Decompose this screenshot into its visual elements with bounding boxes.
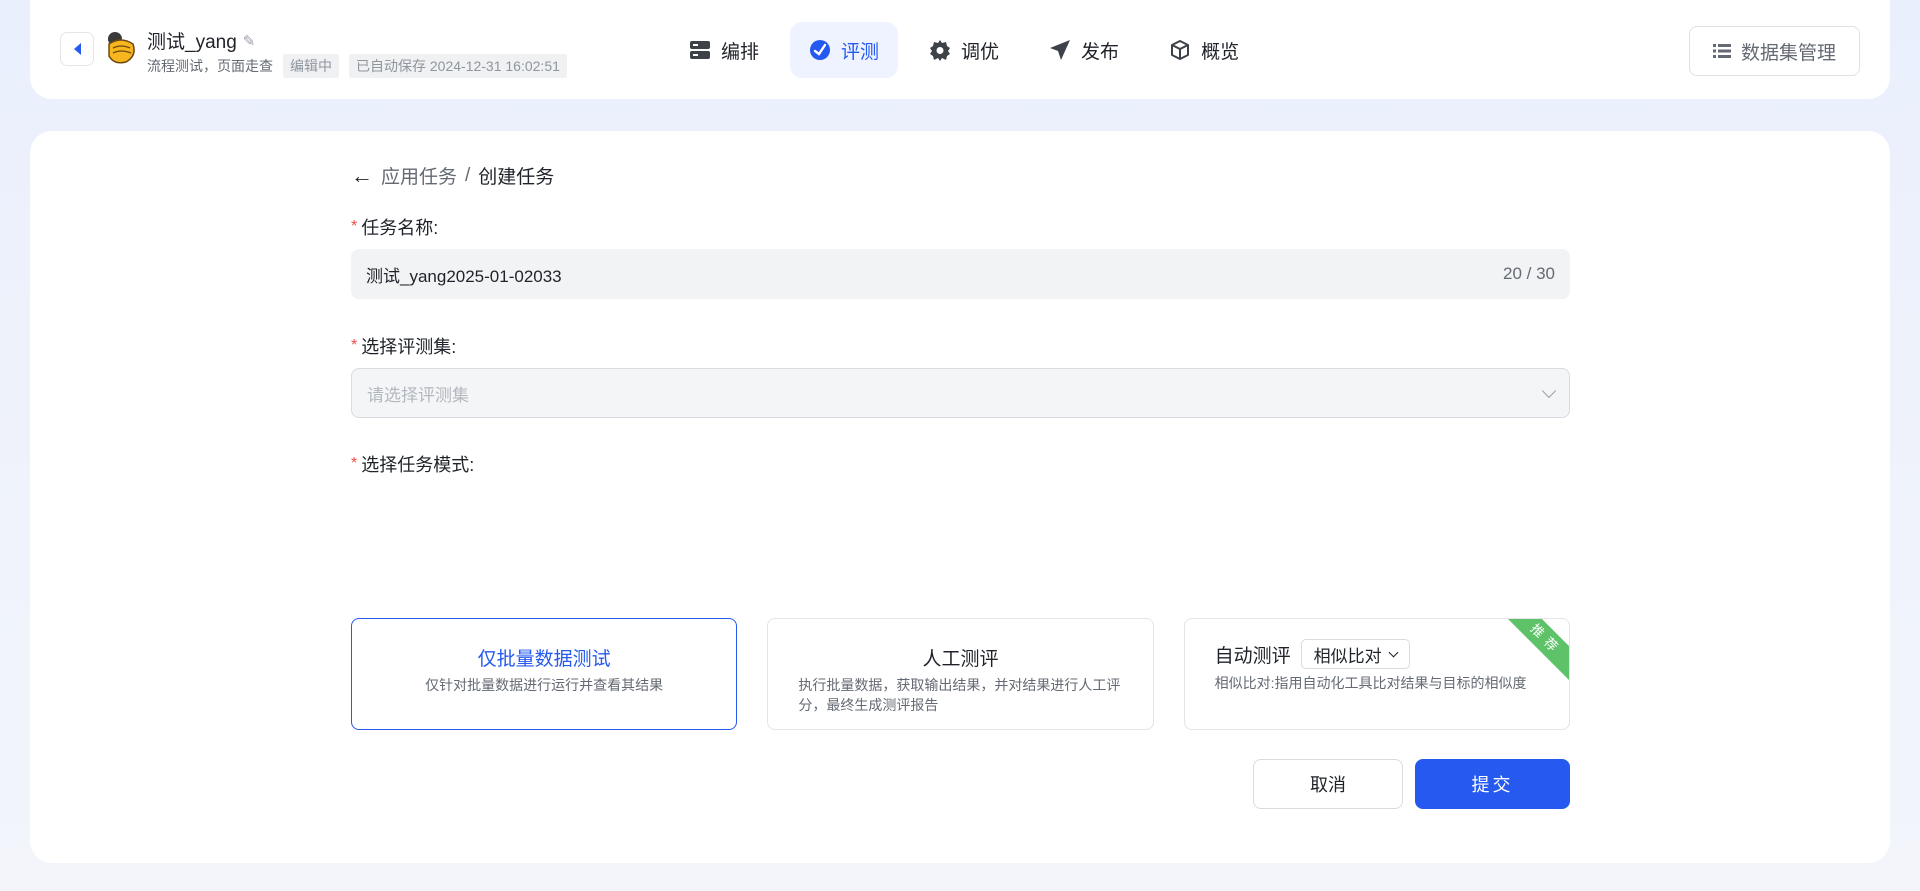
task-mode-options: 仅批量数据测试 仅针对批量数据进行运行并查看其结果 人工测评 执行批量数据，获取…	[351, 618, 1570, 730]
tab-label: 评测	[841, 41, 880, 63]
tab-label: 发布	[1081, 41, 1120, 63]
similarity-method-value: 相似比对	[1313, 646, 1382, 666]
tab-publish[interactable]: 发布	[1030, 22, 1138, 78]
submit-button[interactable]: 提交	[1415, 759, 1570, 809]
top-header: 测试_yang ✎ 流程测试，页面走查 编辑中 已自动保存 2024-12-31…	[30, 0, 1890, 99]
mode-manual-eval[interactable]: 人工测评 执行批量数据，获取输出结果，并对结果进行人工评分，最终生成测评报告	[767, 618, 1154, 730]
task-name-input[interactable]: 测试_yang2025-01-02033 20 / 30	[351, 249, 1570, 299]
app-description: 流程测试，页面走查	[147, 58, 273, 74]
dataset-management-button[interactable]: 数据集管理	[1689, 26, 1860, 76]
tab-label: 调优	[961, 41, 1000, 63]
app-name: 测试_yang	[147, 32, 237, 53]
cancel-button[interactable]: 取消	[1253, 759, 1403, 809]
task-name-label: * 任务名称:	[351, 214, 438, 240]
edit-pencil-icon[interactable]: ✎	[243, 32, 256, 50]
main-nav: 编排 评测 调优 发布 概览	[670, 22, 1258, 78]
tab-tune[interactable]: 调优	[910, 22, 1018, 78]
chevron-down-icon	[1541, 383, 1557, 398]
mode-title: 自动测评	[1214, 645, 1291, 667]
gauge-icon	[810, 40, 831, 60]
required-marker: *	[351, 455, 358, 472]
app-avatar-icon	[108, 32, 135, 64]
gear-icon	[930, 40, 951, 61]
mode-description: 仅针对批量数据进行运行并查看其结果	[425, 677, 664, 693]
tab-label: 概览	[1201, 41, 1240, 63]
eval-set-label: * 选择评测集:	[351, 333, 456, 359]
task-name-value: 测试_yang2025-01-02033	[366, 266, 562, 286]
required-marker: *	[351, 337, 358, 354]
status-badge: 编辑中	[283, 54, 339, 78]
similarity-method-select[interactable]: 相似比对	[1300, 639, 1410, 669]
eval-set-select[interactable]: 请选择评测集	[351, 368, 1570, 418]
app-subtitle: 流程测试，页面走查 编辑中 已自动保存 2024-12-31 16:02:51	[147, 54, 567, 78]
autosave-badge: 已自动保存 2024-12-31 16:02:51	[349, 54, 567, 78]
main-card: ← 应用任务 / 创建任务 * 任务名称: 测试_yang2025-01-020…	[30, 131, 1890, 863]
breadcrumb-parent[interactable]: 应用任务	[381, 162, 457, 189]
breadcrumb-current: 创建任务	[478, 167, 555, 188]
task-mode-label: * 选择任务模式:	[351, 451, 474, 477]
send-icon	[1050, 40, 1071, 60]
task-mode-label-text: 选择任务模式:	[361, 455, 475, 475]
mode-description: 执行批量数据，获取输出结果，并对结果进行人工评分，最终生成测评报告	[798, 677, 1121, 713]
back-button[interactable]	[60, 32, 94, 66]
list-icon	[1712, 44, 1731, 58]
mode-title: 仅批量数据测试	[477, 649, 611, 670]
back-arrow-icon[interactable]: ←	[351, 163, 373, 189]
mode-batch-test[interactable]: 仅批量数据测试 仅针对批量数据进行运行并查看其结果	[351, 618, 738, 730]
char-counter: 20 / 30	[1503, 264, 1555, 283]
eval-set-placeholder: 请选择评测集	[367, 385, 469, 405]
dataset-button-label: 数据集管理	[1740, 42, 1836, 64]
chevron-down-icon	[1388, 647, 1399, 657]
app-title: 测试_yang ✎	[147, 27, 255, 54]
server-icon	[690, 41, 710, 59]
mode-title: 人工测评	[922, 649, 999, 670]
mode-description: 相似比对:指用自动化工具比对结果与目标的相似度	[1214, 675, 1527, 691]
cube-icon	[1171, 40, 1190, 60]
eval-set-label-text: 选择评测集:	[361, 337, 457, 357]
tab-evaluate[interactable]: 评测	[790, 22, 899, 78]
tab-label: 编排	[721, 41, 760, 63]
required-marker: *	[351, 218, 358, 235]
tab-overview[interactable]: 概览	[1150, 22, 1258, 78]
mode-title-row: 自动测评 相似比对	[1215, 639, 1569, 669]
mode-auto-eval[interactable]: 自动测评 相似比对 相似比对:指用自动化工具比对结果与目标的相似度 推荐	[1183, 618, 1570, 730]
breadcrumb: ← 应用任务 / 创建任务	[351, 162, 554, 189]
form-actions: 取消 提交	[1253, 759, 1570, 809]
task-name-label-text: 任务名称:	[361, 218, 439, 238]
back-arrow-icon	[73, 43, 81, 55]
tab-orchestrate[interactable]: 编排	[670, 22, 778, 78]
breadcrumb-separator: /	[465, 164, 471, 186]
